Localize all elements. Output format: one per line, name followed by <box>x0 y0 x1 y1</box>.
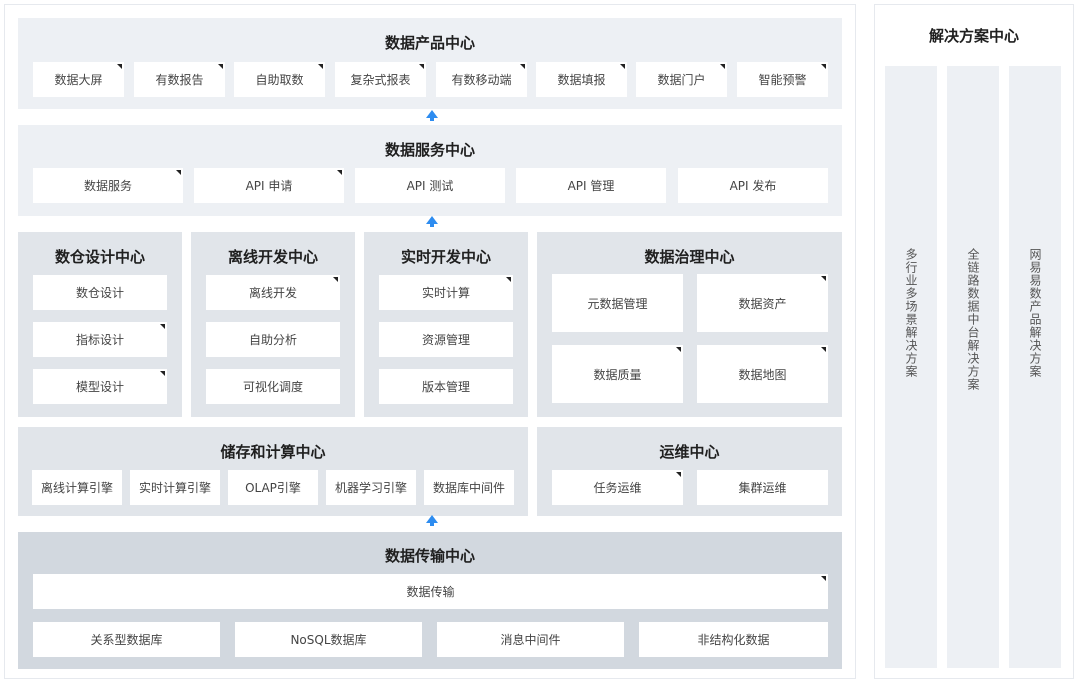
up-arrow-icon <box>426 216 438 227</box>
realtime-item-resource[interactable]: 资源管理 <box>379 322 513 357</box>
product-item-data-fill[interactable]: 数据填报 <box>536 62 627 97</box>
solution-label-netease-product: 网易易数产品解决方案 <box>1028 248 1042 378</box>
warehouse-design-panel: 数仓设计中心 数仓设计 指标设计 模型设计 <box>18 232 182 417</box>
warehouse-design-title: 数仓设计中心 <box>54 248 145 266</box>
storage-item-olap-engine[interactable]: OLAP引擎 <box>228 470 318 505</box>
product-item-data-screen[interactable]: 数据大屏 <box>33 62 124 97</box>
product-item-mobile[interactable]: 有数移动端 <box>436 62 527 97</box>
realtime-item-version[interactable]: 版本管理 <box>379 369 513 404</box>
product-item-self-fetch[interactable]: 自助取数 <box>234 62 325 97</box>
up-arrow-icon <box>426 110 438 121</box>
realtime-item-compute[interactable]: 实时计算 <box>379 275 513 310</box>
transfer-center-panel: 数据传输中心 数据传输 关系型数据库 NoSQL数据库 消息中间件 非结构化数据 <box>18 532 842 669</box>
governance-item-assets[interactable]: 数据资产 <box>697 274 828 332</box>
product-center-title: 数据产品中心 <box>384 34 475 52</box>
storage-item-db-middleware[interactable]: 数据库中间件 <box>424 470 514 505</box>
solutions-title: 解决方案中心 <box>928 27 1019 45</box>
solution-label-full-chain: 全链路数据中台解决方案 <box>966 248 980 391</box>
service-item-api-publish[interactable]: API 发布 <box>678 168 828 203</box>
transfer-item-unstructured-data[interactable]: 非结构化数据 <box>639 622 828 657</box>
offline-item-dev[interactable]: 离线开发 <box>206 275 340 310</box>
offline-item-analysis[interactable]: 自助分析 <box>206 322 340 357</box>
solution-column-netease-product[interactable]: 网易易数产品解决方案 <box>1009 66 1061 668</box>
product-item-alert[interactable]: 智能预警 <box>737 62 828 97</box>
up-arrow-icon <box>426 515 438 526</box>
offline-dev-title: 离线开发中心 <box>227 248 318 266</box>
governance-item-quality[interactable]: 数据质量 <box>552 345 683 403</box>
service-center-panel: 数据服务中心 数据服务 API 申请 API 测试 API 管理 API 发布 <box>18 125 842 216</box>
warehouse-item-metric[interactable]: 指标设计 <box>33 322 167 357</box>
transfer-center-title: 数据传输中心 <box>384 547 475 565</box>
storage-compute-panel: 储存和计算中心 离线计算引擎 实时计算引擎 OLAP引擎 机器学习引擎 数据库中… <box>18 427 528 516</box>
transfer-item-main[interactable]: 数据传输 <box>33 574 828 609</box>
solution-label-multi-industry: 多行业多场景解决方案 <box>904 248 918 378</box>
warehouse-item-design[interactable]: 数仓设计 <box>33 275 167 310</box>
product-item-complex-report[interactable]: 复杂式报表 <box>335 62 426 97</box>
warehouse-item-model[interactable]: 模型设计 <box>33 369 167 404</box>
transfer-item-message-middleware[interactable]: 消息中间件 <box>437 622 624 657</box>
ops-item-cluster[interactable]: 集群运维 <box>697 470 828 505</box>
ops-center-title: 运维中心 <box>659 443 720 461</box>
realtime-dev-title: 实时开发中心 <box>400 248 491 266</box>
storage-item-offline-engine[interactable]: 离线计算引擎 <box>32 470 122 505</box>
solution-column-multi-industry[interactable]: 多行业多场景解决方案 <box>885 66 937 668</box>
ops-item-task[interactable]: 任务运维 <box>552 470 683 505</box>
product-item-portal[interactable]: 数据门户 <box>636 62 727 97</box>
offline-item-schedule[interactable]: 可视化调度 <box>206 369 340 404</box>
product-center-panel: 数据产品中心 数据大屏 有数报告 自助取数 复杂式报表 有数移动端 数据填报 数… <box>18 18 842 109</box>
product-item-report[interactable]: 有数报告 <box>134 62 225 97</box>
transfer-item-nosql-db[interactable]: NoSQL数据库 <box>235 622 422 657</box>
service-item-api-manage[interactable]: API 管理 <box>516 168 666 203</box>
storage-item-ml-engine[interactable]: 机器学习引擎 <box>326 470 416 505</box>
storage-compute-title: 储存和计算中心 <box>220 443 326 461</box>
governance-title: 数据治理中心 <box>644 248 735 266</box>
offline-dev-panel: 离线开发中心 离线开发 自助分析 可视化调度 <box>191 232 355 417</box>
governance-panel: 数据治理中心 元数据管理 数据资产 数据质量 数据地图 <box>537 232 842 417</box>
solution-column-full-chain[interactable]: 全链路数据中台解决方案 <box>947 66 999 668</box>
governance-item-metadata[interactable]: 元数据管理 <box>552 274 683 332</box>
ops-center-panel: 运维中心 任务运维 集群运维 <box>537 427 842 516</box>
service-item-data-service[interactable]: 数据服务 <box>33 168 183 203</box>
service-item-api-apply[interactable]: API 申请 <box>194 168 344 203</box>
service-center-title: 数据服务中心 <box>384 141 475 159</box>
realtime-dev-panel: 实时开发中心 实时计算 资源管理 版本管理 <box>364 232 528 417</box>
transfer-item-relational-db[interactable]: 关系型数据库 <box>33 622 220 657</box>
storage-item-realtime-engine[interactable]: 实时计算引擎 <box>130 470 220 505</box>
governance-item-map[interactable]: 数据地图 <box>697 345 828 403</box>
service-item-api-test[interactable]: API 测试 <box>355 168 505 203</box>
